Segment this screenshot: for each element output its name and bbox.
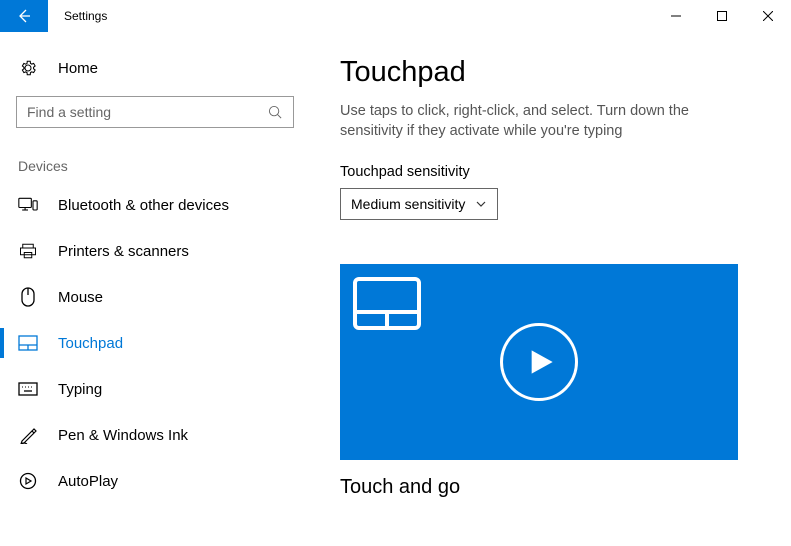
sidebar-item-touchpad[interactable]: Touchpad [0,320,310,366]
sidebar-item-label: Typing [58,381,102,398]
search-icon [268,105,283,120]
sidebar-item-mouse[interactable]: Mouse [0,274,310,320]
sensitivity-label: Touchpad sensitivity [340,164,771,180]
sidebar-item-label: Pen & Windows Ink [58,427,188,444]
window-controls [653,0,791,32]
touchpad-icon [18,335,38,351]
pen-icon [18,426,38,444]
titlebar: Settings [0,0,791,32]
page-title: Touchpad [340,56,771,89]
sidebar-item-label: AutoPlay [58,473,118,490]
gear-icon [18,59,38,77]
play-icon [527,348,555,376]
window-title: Settings [48,0,653,32]
sidebar-item-pen[interactable]: Pen & Windows Ink [0,412,310,458]
arrow-left-icon [16,8,32,24]
sidebar-item-label: Mouse [58,289,103,306]
maximize-button[interactable] [699,0,745,32]
touchpad-glyph-icon [352,276,422,334]
home-nav[interactable]: Home [0,46,310,90]
sidebar-item-typing[interactable]: Typing [0,366,310,412]
video-caption: Touch and go [340,476,771,499]
sensitivity-dropdown[interactable]: Medium sensitivity [340,188,498,220]
sidebar-item-printers[interactable]: Printers & scanners [0,228,310,274]
sidebar-item-label: Printers & scanners [58,243,189,260]
back-button[interactable] [0,0,48,32]
sidebar-group-header: Devices [0,128,310,182]
search-input[interactable]: Find a setting [16,96,294,128]
maximize-icon [717,11,727,21]
sidebar-item-label: Bluetooth & other devices [58,197,229,214]
dropdown-value: Medium sensitivity [351,196,465,212]
mouse-icon [18,287,38,307]
devices-icon [18,196,38,214]
minimize-button[interactable] [653,0,699,32]
close-icon [763,11,773,21]
play-button[interactable] [500,323,578,401]
minimize-icon [671,11,681,21]
main-content: Touchpad Use taps to click, right-click,… [310,32,791,546]
sidebar-item-autoplay[interactable]: AutoPlay [0,458,310,504]
page-description: Use taps to click, right-click, and sele… [340,101,740,142]
video-preview[interactable] [340,264,738,460]
sidebar: Home Find a setting Devices Bluetooth & … [0,32,310,546]
chevron-down-icon [475,198,487,210]
printer-icon [18,242,38,260]
search-placeholder: Find a setting [27,104,111,120]
home-label: Home [58,60,98,77]
sidebar-item-label: Touchpad [58,335,123,352]
keyboard-icon [18,382,38,396]
close-button[interactable] [745,0,791,32]
autoplay-icon [18,472,38,490]
sidebar-item-bluetooth[interactable]: Bluetooth & other devices [0,182,310,228]
